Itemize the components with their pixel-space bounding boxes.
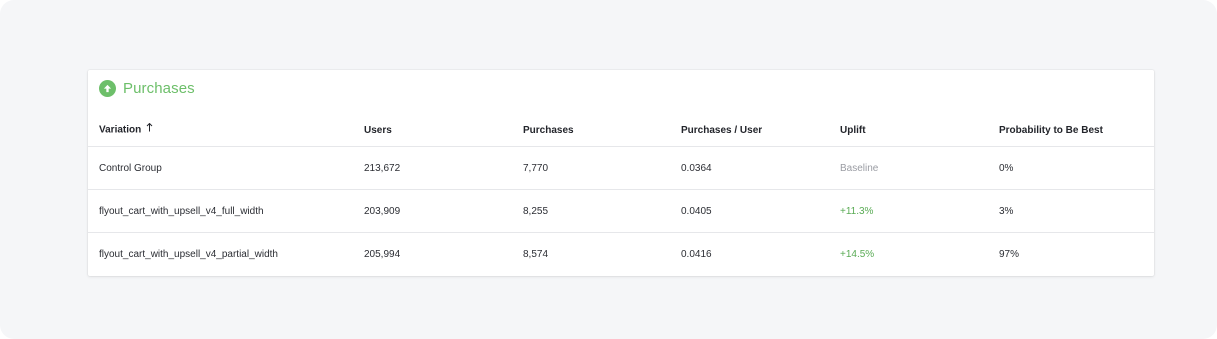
uplift-value: +11.3% — [840, 205, 874, 217]
probability-value: 0% — [999, 162, 1014, 174]
table-row: flyout_cart_with_upsell_v4_full_width 20… — [88, 189, 1154, 232]
column-header-variation-label: Variation — [99, 124, 142, 136]
uplift-value: Baseline — [840, 162, 879, 174]
users-value: 205,994 — [364, 249, 401, 260]
table-header-row: Variation Users Purchases Purchases / Us… — [88, 114, 1154, 146]
column-header-probability[interactable]: Probability to Be Best — [999, 125, 1103, 136]
users-value: 203,909 — [364, 205, 401, 217]
table-row: flyout_cart_with_upsell_v4_partial_width… — [88, 232, 1154, 276]
table-row: Control Group 213,672 7,770 0.0364 Basel… — [88, 146, 1154, 189]
purchases-value: 7,770 — [523, 162, 549, 174]
purchases-per-user-value: 0.0364 — [681, 162, 712, 174]
arrow-up-circle-icon — [99, 79, 116, 97]
column-header-users[interactable]: Users — [364, 125, 392, 136]
variation-name: Control Group — [99, 162, 162, 174]
purchases-per-user-value: 0.0405 — [681, 205, 712, 217]
column-header-purchases[interactable]: Purchases — [523, 125, 574, 136]
purchases-value: 8,255 — [523, 205, 549, 217]
probability-value: 97% — [999, 249, 1020, 260]
variation-name: flyout_cart_with_upsell_v4_full_width — [99, 205, 264, 217]
page-background: Purchases Variation Users Purchases Purc… — [0, 0, 1217, 339]
arrow-up-icon[interactable] — [146, 122, 153, 135]
uplift-value: +14.5% — [840, 249, 875, 260]
goal-results-card: Purchases Variation Users Purchases Purc… — [88, 70, 1154, 276]
goal-title: Purchases — [123, 79, 195, 97]
purchases-per-user-value: 0.0416 — [681, 249, 712, 260]
column-header-uplift[interactable]: Uplift — [840, 125, 866, 136]
variation-name: flyout_cart_with_upsell_v4_partial_width — [99, 249, 278, 260]
users-value: 213,672 — [364, 162, 401, 174]
goal-header: Purchases — [99, 78, 195, 98]
column-header-variation[interactable]: Variation — [99, 122, 153, 136]
column-header-purchases-per-user[interactable]: Purchases / User — [681, 125, 762, 136]
probability-value: 3% — [999, 205, 1014, 217]
purchases-value: 8,574 — [523, 249, 549, 260]
